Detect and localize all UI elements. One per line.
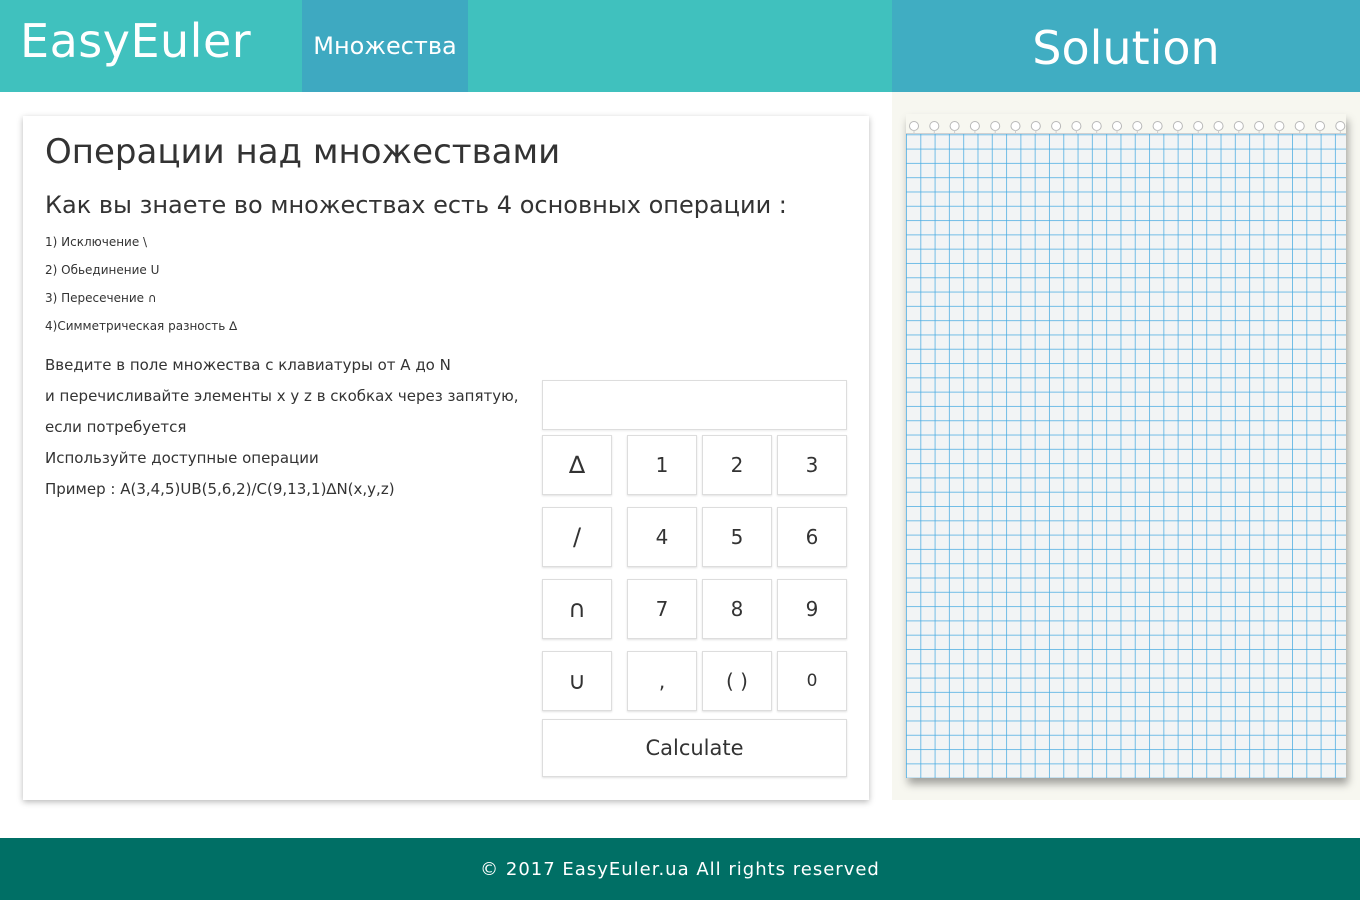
key-2[interactable]: 2 xyxy=(702,435,772,495)
expression-input[interactable] xyxy=(542,380,847,430)
spiral-binding-holes xyxy=(906,114,1346,134)
key-1[interactable]: 1 xyxy=(627,435,697,495)
key-8[interactable]: 8 xyxy=(702,579,772,639)
instruction-line: Используйте доступные операции xyxy=(45,449,319,467)
footer: © 2017 EasyEuler.ua All rights reserved xyxy=(0,838,1360,900)
exclusion-key[interactable]: / xyxy=(542,507,612,567)
instruction-line: и перечисливайте элементы x y z в скобка… xyxy=(45,387,519,405)
instruction-example: Пример : A(3,4,5)UB(5,6,2)/C(9,13,1)∆N(x… xyxy=(45,480,395,498)
calculate-button[interactable]: Calculate xyxy=(542,719,847,777)
operation-item-union: 2) Обьединение U xyxy=(45,263,160,277)
graph-paper-notepad xyxy=(906,114,1346,778)
instruction-line: если потребуется xyxy=(45,418,187,436)
symmetric-difference-key[interactable]: ∆ xyxy=(542,435,612,495)
operation-item-symmetric-difference: 4)Симметрическая разность ∆ xyxy=(45,319,238,333)
union-key[interactable]: ∪ xyxy=(542,651,612,711)
key-6[interactable]: 6 xyxy=(777,507,847,567)
logo[interactable]: EasyEuler xyxy=(20,14,251,68)
key-3[interactable]: 3 xyxy=(777,435,847,495)
operations-card: Операции над множествами Как вы знаете в… xyxy=(23,116,869,800)
instruction-line: Введите в поле множества с клавиатуры от… xyxy=(45,356,451,374)
key-5[interactable]: 5 xyxy=(702,507,772,567)
key-7[interactable]: 7 xyxy=(627,579,697,639)
nav-tab-sets[interactable]: Множества xyxy=(302,0,468,92)
comma-key[interactable]: , xyxy=(627,651,697,711)
page-title: Операции над множествами xyxy=(45,132,561,172)
page-subtitle: Как вы знаете во множествах есть 4 основ… xyxy=(45,191,787,219)
intersection-key[interactable]: ∩ xyxy=(542,579,612,639)
key-4[interactable]: 4 xyxy=(627,507,697,567)
operations-list: 1) Исключение \ 2) Обьединение U 3) Пере… xyxy=(45,232,237,344)
operation-item-exclusion: 1) Исключение \ xyxy=(45,235,148,249)
solution-header: Solution xyxy=(892,0,1360,92)
instructions: Введите в поле множества с клавиатуры от… xyxy=(45,354,519,509)
key-0[interactable]: 0 xyxy=(777,651,847,711)
parentheses-key[interactable]: ( ) xyxy=(702,651,772,711)
operation-item-intersection: 3) Пересечение ∩ xyxy=(45,291,157,305)
key-9[interactable]: 9 xyxy=(777,579,847,639)
top-header: EasyEuler Множества xyxy=(0,0,892,92)
solution-panel xyxy=(892,92,1360,800)
